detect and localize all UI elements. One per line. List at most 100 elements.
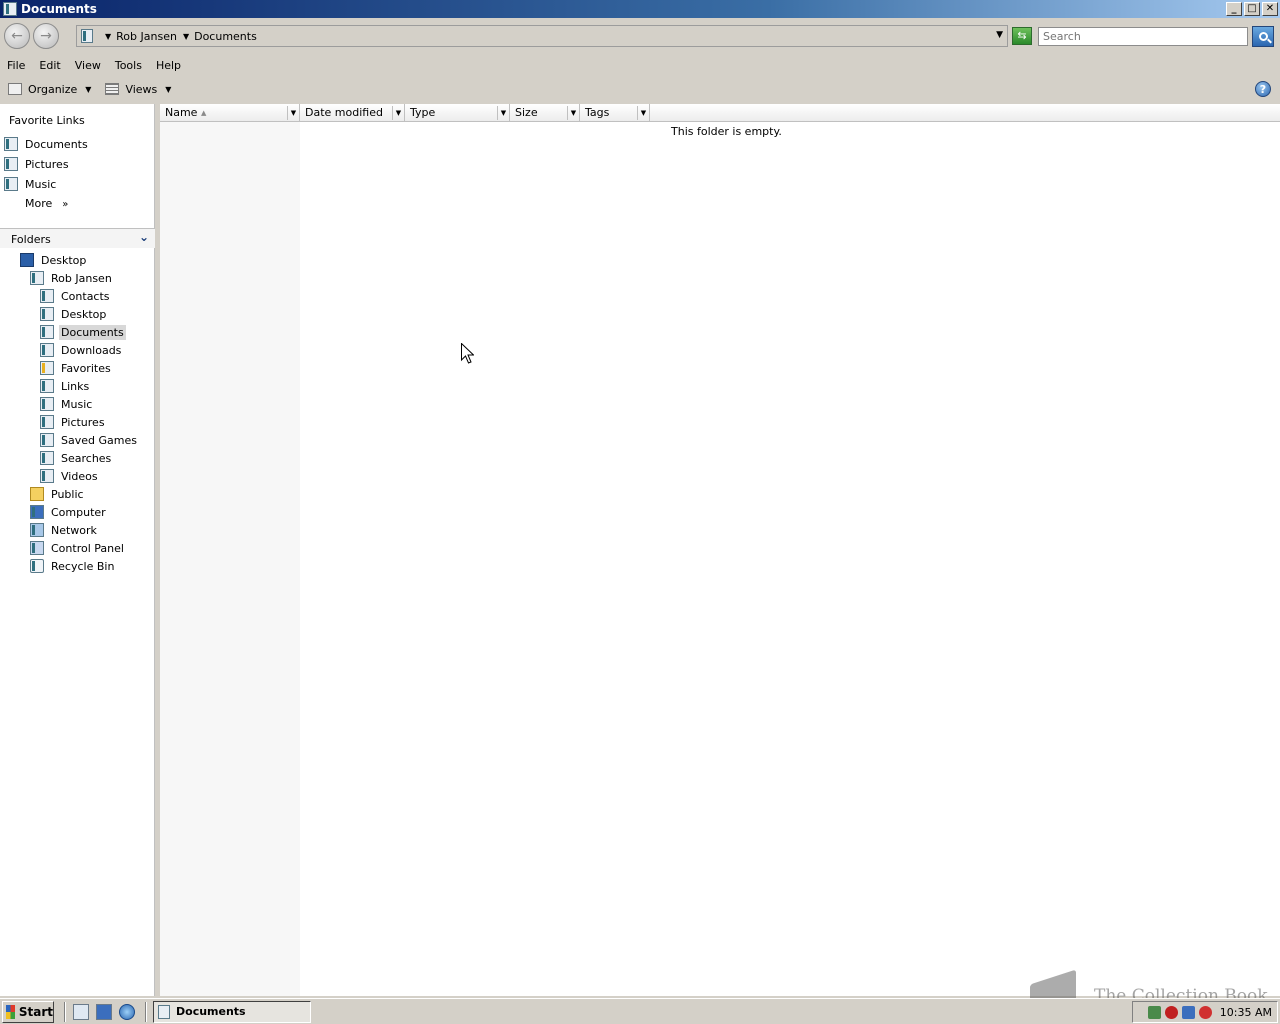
chevron-down-icon[interactable]: ▼	[183, 32, 189, 41]
saved-games-folder-icon	[40, 433, 54, 447]
folder-icon	[81, 29, 93, 43]
views-button[interactable]: Views ▼	[105, 83, 171, 96]
tree-item-pictures[interactable]: Pictures	[40, 413, 105, 431]
taskbar-separator	[64, 1001, 66, 1022]
column-filter-dropdown[interactable]: ▼	[567, 106, 579, 120]
tree-item-recycle-bin[interactable]: Recycle Bin	[30, 557, 114, 575]
minimize-button[interactable]: _	[1226, 2, 1242, 16]
refresh-button[interactable]: ⇆	[1012, 27, 1032, 45]
start-button[interactable]: Start	[2, 1000, 54, 1023]
organize-button[interactable]: Organize ▼	[8, 83, 91, 96]
tree-item-contacts[interactable]: Contacts	[40, 287, 110, 305]
column-filter-dropdown[interactable]: ▼	[392, 106, 404, 120]
window-title: Documents	[21, 2, 97, 16]
tree-item-saved-games[interactable]: Saved Games	[40, 431, 137, 449]
music-folder-icon	[40, 397, 54, 411]
folders-header[interactable]: Folders ⌄	[0, 228, 155, 248]
chevron-down-icon[interactable]: ⌄	[139, 230, 149, 244]
favorite-link-documents[interactable]: Documents	[4, 136, 88, 152]
column-header-type[interactable]: Type ▼	[405, 104, 510, 122]
tree-item-network[interactable]: Network	[30, 521, 97, 539]
control-panel-icon	[30, 541, 44, 555]
tree-item-label: Rob Jansen	[51, 271, 112, 285]
help-button[interactable]: ?	[1255, 81, 1271, 97]
tree-item-searches[interactable]: Searches	[40, 449, 111, 467]
taskbar-button-documents[interactable]: Documents	[153, 1000, 311, 1023]
menu-file[interactable]: File	[0, 59, 32, 72]
column-filter-dropdown[interactable]: ▼	[287, 106, 299, 120]
tree-item-label: Computer	[51, 505, 106, 519]
tree-item-label: Downloads	[61, 343, 122, 357]
favorite-link-pictures[interactable]: Pictures	[4, 156, 69, 172]
tree-item-videos[interactable]: Videos	[40, 467, 98, 485]
title-bar[interactable]: Documents _ □ ✕	[0, 0, 1280, 18]
column-header-name[interactable]: Name ▲ ▼	[160, 104, 300, 122]
forward-button[interactable]: →	[33, 23, 59, 49]
public-folder-icon	[30, 487, 44, 501]
desktop-icon	[20, 253, 34, 267]
tree-item-label: Control Panel	[51, 541, 124, 555]
favorite-link-music[interactable]: Music	[4, 176, 56, 192]
menu-edit[interactable]: Edit	[32, 59, 67, 72]
network-status-icon[interactable]	[1181, 1005, 1195, 1019]
tree-item-desktop[interactable]: Desktop	[20, 251, 86, 269]
recycle-bin-icon	[30, 559, 44, 573]
quicklaunch-internet-explorer-icon[interactable]	[119, 1003, 135, 1020]
column-label: Size	[515, 106, 538, 119]
column-header-size[interactable]: Size ▼	[510, 104, 580, 122]
menu-help[interactable]: Help	[149, 59, 188, 72]
tree-item-favorites[interactable]: Favorites	[40, 359, 111, 377]
security-shield-icon[interactable]	[1147, 1005, 1161, 1019]
documents-folder-icon	[3, 2, 17, 16]
quicklaunch-show-desktop-icon[interactable]	[96, 1003, 112, 1020]
address-history-dropdown[interactable]: ▼	[996, 30, 1003, 40]
chevron-down-icon[interactable]: ▼	[105, 32, 111, 41]
searches-folder-icon	[40, 451, 54, 465]
tree-item-label: Saved Games	[61, 433, 137, 447]
chevron-down-icon[interactable]: ▼	[165, 85, 171, 94]
chevron-down-icon: ▼	[85, 84, 92, 94]
tree-item-label: Searches	[61, 451, 112, 465]
menu-view[interactable]: View	[68, 59, 108, 72]
pictures-folder-icon	[40, 415, 54, 429]
close-button[interactable]: ✕	[1262, 2, 1278, 16]
clock[interactable]: 10:35 AM	[1220, 1006, 1272, 1019]
tree-item-label: Videos	[61, 469, 98, 483]
tree-item-label: Favorites	[61, 361, 111, 375]
links-folder-icon	[40, 379, 54, 393]
column-label: Type	[410, 106, 436, 119]
tree-item-links[interactable]: Links	[40, 377, 89, 395]
user-folder-icon	[30, 271, 44, 285]
breadcrumb-rob-jansen[interactable]: Rob Jansen	[116, 30, 177, 43]
tree-item-computer[interactable]: Computer	[30, 503, 106, 521]
tree-item-control-panel[interactable]: Control Panel	[30, 539, 124, 557]
column-filter-dropdown[interactable]: ▼	[637, 106, 649, 120]
tree-item-documents[interactable]: Documents	[40, 323, 126, 341]
search-input[interactable]	[1038, 27, 1248, 46]
breadcrumb-documents[interactable]: Documents	[194, 30, 257, 43]
volume-muted-icon[interactable]	[1198, 1005, 1212, 1019]
more-favorites-link[interactable]: More »	[25, 197, 68, 210]
tree-item-rob-jansen[interactable]: Rob Jansen	[30, 269, 112, 287]
back-button[interactable]: ←	[4, 23, 30, 49]
videos-folder-icon	[40, 469, 54, 483]
folders-title: Folders	[11, 233, 51, 246]
tree-item-label: Network	[51, 523, 97, 537]
computer-icon	[30, 505, 44, 519]
tree-item-downloads[interactable]: Downloads	[40, 341, 121, 359]
quicklaunch-server-manager-icon[interactable]	[73, 1003, 89, 1020]
address-bar[interactable]: ▼ Rob Jansen ▼ Documents ▼	[76, 25, 1008, 47]
menu-tools[interactable]: Tools	[108, 59, 149, 72]
alert-icon[interactable]	[1164, 1005, 1178, 1019]
column-filter-dropdown[interactable]: ▼	[497, 106, 509, 120]
tree-item-user-desktop[interactable]: Desktop	[40, 305, 106, 323]
file-list[interactable]: Name ▲ ▼ Date modified ▼ Type ▼ Size ▼ T…	[160, 104, 1280, 996]
tree-item-music[interactable]: Music	[40, 395, 92, 413]
column-header-date-modified[interactable]: Date modified ▼	[300, 104, 405, 122]
tree-item-label: Documents	[59, 324, 126, 340]
address-toolbar: ← → ▼ Rob Jansen ▼ Documents ▼ ⇆	[0, 18, 1280, 54]
column-header-tags[interactable]: Tags ▼	[580, 104, 650, 122]
tree-item-public[interactable]: Public	[30, 485, 84, 503]
maximize-button[interactable]: □	[1244, 2, 1260, 16]
search-button[interactable]	[1252, 26, 1274, 47]
